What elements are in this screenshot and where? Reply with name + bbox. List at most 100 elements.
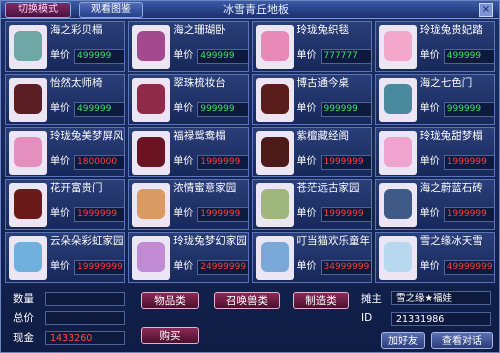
buy-button[interactable]: 购买 [141, 327, 199, 344]
item-price: 49999999 [443, 260, 494, 276]
item-cell[interactable]: 玲珑兔甜梦榻 单价 1999999 [374, 126, 495, 178]
item-thumbnail [132, 77, 171, 122]
item-price: 19999999 [74, 260, 125, 276]
item-thumbnail [255, 130, 294, 175]
item-name: 海之彩贝榻 [50, 24, 103, 36]
item-grid: 海之彩贝榻 单价 499999 海之珊瑚卧 单价 499999 玲珑兔织毯 单价 777777 玲… [5, 21, 495, 283]
unit-price-label: 单价 [296, 261, 317, 273]
unit-price-label: 单价 [50, 50, 70, 61]
view-catalog-button[interactable]: 观看图鉴 [79, 2, 143, 18]
item-cell[interactable]: 海之珊瑚卧 单价 499999 [128, 21, 249, 72]
item-cell[interactable]: 怡然太师椅 单价 499999 [5, 73, 126, 125]
item-thumbnail [9, 77, 47, 122]
item-cell[interactable]: 玲珑兔美梦屏风 单价 1800000 [5, 126, 126, 178]
furniture-icon [383, 189, 412, 220]
item-thumbnail [9, 236, 47, 281]
item-name: 浓情蜜意家园 [173, 182, 237, 195]
item-price: 24999999 [197, 260, 248, 276]
item-price: 499999 [443, 49, 494, 64]
item-name: 苍茫远古家园 [296, 182, 360, 195]
item-cell[interactable]: 海之蔚蓝石砖 单价 1999999 [374, 179, 495, 231]
item-price: 1999999 [443, 154, 494, 170]
item-price: 1999999 [320, 207, 371, 223]
item-thumbnail [378, 183, 417, 228]
item-cell[interactable]: 海之七色门 单价 999999 [374, 73, 495, 125]
furniture-icon [260, 136, 289, 167]
item-price: 34999999 [320, 260, 371, 276]
goods-category-button[interactable]: 物品类 [141, 292, 199, 309]
unit-price-label: 单价 [173, 102, 194, 114]
item-name: 福禄鸳鸯榻 [173, 129, 226, 142]
item-name: 紫檀藏经阁 [296, 129, 350, 142]
item-price: 1800000 [74, 154, 125, 170]
item-cell[interactable]: 浓情蜜意家园 单价 1999999 [128, 179, 249, 231]
item-cell[interactable]: 玲珑兔贵妃踏 单价 499999 [374, 21, 495, 72]
total-price-label: 总价 [13, 312, 34, 324]
stall-window: 切换模式 观看图鉴 冰雪青丘地板 × 海之彩贝榻 单价 499999 海之珊瑚卧 单价 4… [0, 0, 500, 353]
item-name: 海之七色门 [419, 76, 473, 89]
furniture-icon [260, 242, 289, 273]
item-price: 1999999 [443, 207, 494, 223]
item-cell[interactable]: 叮当猫欢乐童年地板单价34999999 [251, 232, 372, 283]
item-name: 玲珑兔贵妃踏 [419, 24, 483, 36]
furniture-icon [14, 136, 42, 167]
item-price: 999999 [443, 101, 494, 117]
furniture-icon [14, 31, 42, 61]
item-cell[interactable]: 翠珠梳妆台 单价 999999 [128, 73, 249, 125]
item-price: 499999 [197, 49, 248, 64]
item-cell[interactable]: 花开富贵门 单价 1999999 [5, 179, 126, 231]
item-thumbnail [9, 25, 47, 69]
furniture-icon [14, 242, 42, 273]
summon-category-button[interactable]: 召唤兽类 [214, 292, 280, 309]
owner-name: 雪之缘★福娃 [391, 291, 491, 305]
item-price: 1999999 [74, 207, 125, 223]
close-icon[interactable]: × [479, 3, 493, 17]
furniture-icon [383, 136, 412, 167]
item-name: 云朵朵彩虹家园 [50, 235, 124, 248]
furniture-icon [137, 189, 166, 220]
furniture-icon [14, 83, 42, 114]
furniture-icon [137, 242, 166, 273]
item-price: 499999 [74, 49, 125, 64]
item-cell[interactable]: 福禄鸳鸯榻 单价 1999999 [128, 126, 249, 178]
cash-value: 1433260 [45, 331, 125, 345]
item-name: 玲珑兔甜梦榻 [419, 129, 483, 142]
craft-category-button[interactable]: 制造类 [293, 292, 349, 309]
item-cell[interactable]: 云朵朵彩虹家园 单价 19999999 [5, 232, 126, 283]
owner-id: 21331986 [391, 312, 491, 326]
unit-price-label: 单价 [50, 208, 70, 220]
item-name: 玲珑兔梦幻家园 [173, 235, 247, 248]
quantity-input[interactable] [45, 292, 125, 306]
item-cell[interactable]: 博古通今桌 单价 999999 [251, 73, 372, 125]
item-cell[interactable]: 苍茫远古家园 单价 1999999 [251, 179, 372, 231]
item-cell[interactable]: 紫檀藏经阁 单价 1999999 [251, 126, 372, 178]
unit-price-label: 单价 [173, 208, 194, 220]
furniture-icon [137, 31, 166, 61]
unit-price-label: 单价 [419, 155, 440, 167]
unit-price-label: 单价 [296, 208, 317, 220]
item-cell[interactable]: 玲珑兔织毯 单价 777777 [251, 21, 372, 72]
unit-price-label: 单价 [296, 155, 317, 167]
owner-label: 摊主 [361, 293, 382, 305]
item-name: 玲珑兔织毯 [296, 24, 350, 36]
view-chat-button[interactable]: 查看对话 [431, 332, 493, 349]
item-cell[interactable]: 雪之缘冰天雪 单价 49999999 [374, 232, 495, 283]
switch-mode-button[interactable]: 切换模式 [5, 2, 71, 18]
add-friend-button[interactable]: 加好友 [381, 332, 425, 349]
item-name: 怡然太师椅 [50, 76, 103, 89]
furniture-icon [137, 136, 166, 167]
item-price: 777777 [320, 49, 371, 64]
item-thumbnail [378, 25, 417, 69]
item-thumbnail [378, 236, 417, 281]
item-cell[interactable]: 海之彩贝榻单价 499999 [5, 21, 126, 72]
furniture-icon [137, 83, 166, 114]
id-label: ID [361, 312, 373, 324]
unit-price-label: 单价 [419, 208, 440, 220]
item-name: 雪之缘冰天雪 [419, 235, 483, 248]
furniture-icon [383, 242, 412, 273]
item-thumbnail [9, 130, 47, 175]
item-cell[interactable]: 玲珑兔梦幻家园 单价 24999999 [128, 232, 249, 283]
unit-price-label: 单价 [50, 155, 70, 167]
unit-price-label: 单价 [173, 261, 194, 273]
furniture-icon [383, 83, 412, 114]
